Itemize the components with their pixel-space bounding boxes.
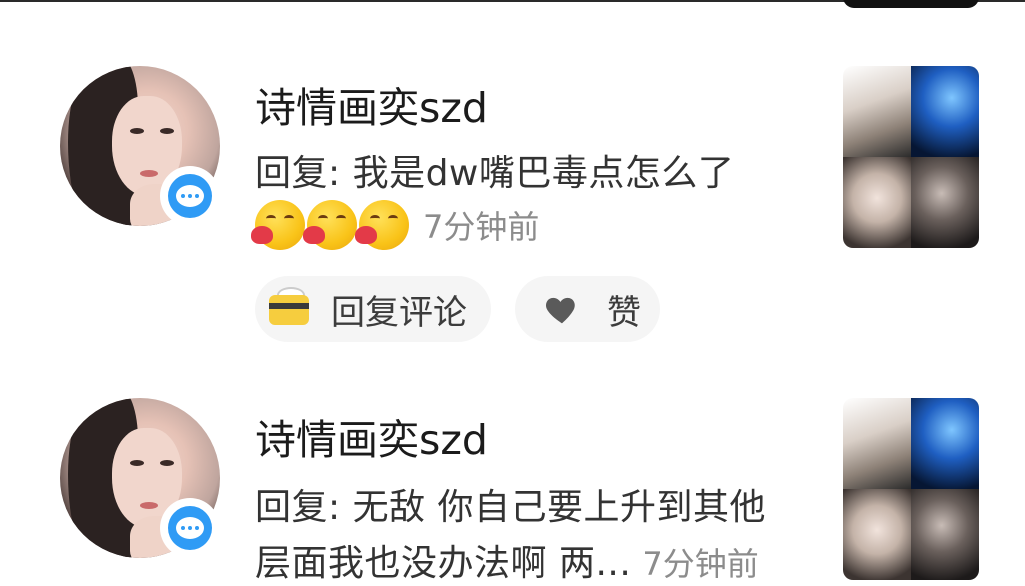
reply-text-line-2[interactable]: 层面我也没办法啊 两...: [255, 543, 631, 584]
username[interactable]: 诗情画奕szd: [255, 74, 488, 134]
post-thumbnail[interactable]: [843, 66, 979, 248]
reply-comment-button[interactable]: 回复评论: [255, 276, 491, 342]
reply-text-line-2-row: 层面我也没办法啊 两... 7分钟前: [255, 534, 759, 586]
timestamp: 7分钟前: [423, 208, 540, 246]
message-bubble-icon: [160, 498, 220, 558]
kissing-heart-emoji-icon: [355, 200, 409, 250]
reply-comment-label: 回复评论: [331, 292, 467, 333]
reply-text-line-1[interactable]: 回复: 无敌 你自己要上升到其他: [255, 478, 766, 530]
reply-text[interactable]: 回复: 我是dw嘴巴毒点怎么了: [255, 144, 734, 196]
top-bar-pill[interactable]: [843, 0, 979, 8]
avatar[interactable]: [60, 398, 220, 558]
heart-icon: [546, 297, 575, 324]
kissing-heart-emoji-icon: [303, 200, 357, 250]
like-label: 赞: [607, 292, 641, 333]
timestamp: 7分钟前: [642, 545, 759, 583]
avatar[interactable]: [60, 66, 220, 226]
comment-meta: 7分钟前: [251, 200, 540, 250]
kissing-heart-emoji-icon: [251, 200, 305, 250]
bee-icon: [267, 287, 311, 329]
post-thumbnail[interactable]: [843, 398, 979, 580]
message-bubble-icon: [160, 166, 220, 226]
username[interactable]: 诗情画奕szd: [255, 406, 488, 466]
like-button[interactable]: 赞: [515, 276, 660, 342]
